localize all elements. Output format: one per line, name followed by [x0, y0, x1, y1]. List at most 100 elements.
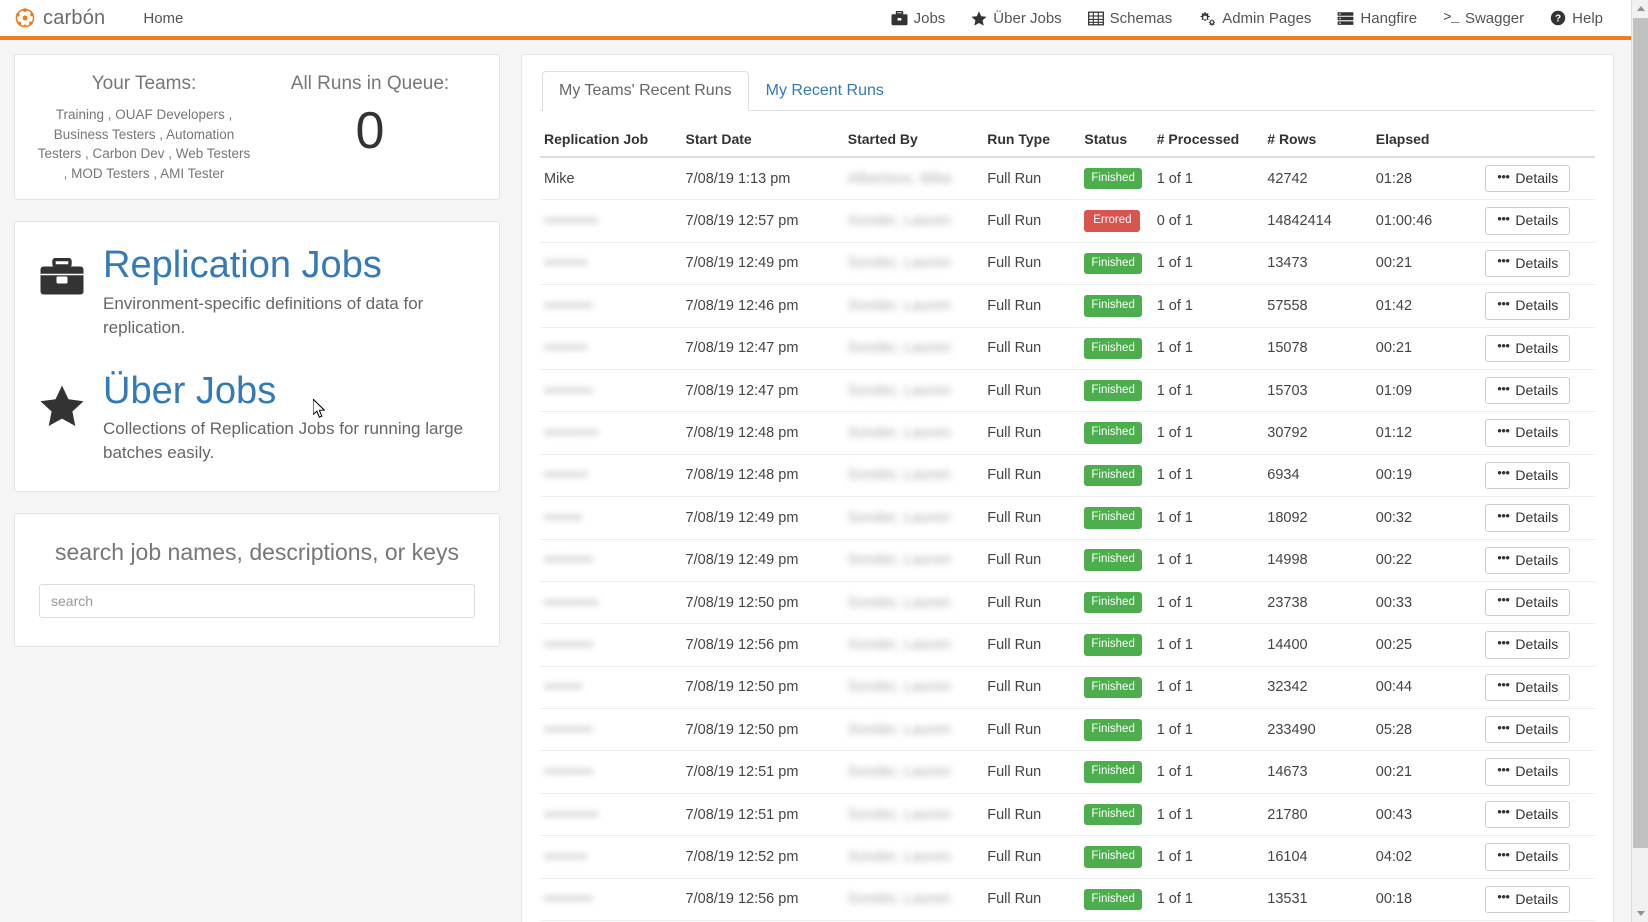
nav-item-hangfire[interactable]: Hangfire [1337, 10, 1417, 27]
uber-jobs-block: Über Jobs Collections of Replication Job… [39, 370, 475, 465]
cell-started-by: Sonder, Lauren [843, 496, 984, 540]
details-button[interactable]: ••• Details [1485, 419, 1571, 447]
ellipsis-icon: ••• [1497, 507, 1510, 523]
redacted-value: Sonder, Lauren [847, 382, 952, 399]
details-button[interactable]: ••• Details [1485, 843, 1571, 871]
recent-runs-panel: My Teams' Recent Runs My Recent Runs Rep… [521, 54, 1614, 922]
cell-started-by: Sonder, Lauren [843, 411, 984, 455]
cell-elapsed: 01:28 [1371, 157, 1482, 201]
nav-item-help[interactable]: ? Help [1550, 10, 1603, 27]
nav-label: Über Jobs [993, 9, 1062, 27]
table-header: Replication Job Start Date Started By Ru… [540, 131, 1595, 158]
scrollbar-up-arrow-icon[interactable] [1632, 0, 1648, 17]
cell-start-date: 7/08/19 12:56 pm [681, 878, 844, 922]
teams-queue-panel: Your Teams: Training , OUAF Developers ,… [14, 54, 500, 201]
cell-started-by: Sonder, Lauren [843, 369, 984, 413]
column-header-start-date: Start Date [681, 131, 844, 158]
ellipsis-icon: ••• [1497, 677, 1510, 693]
nav-item-uber-jobs[interactable]: Über Jobs [971, 9, 1062, 27]
page-content: Your Teams: Training , OUAF Developers ,… [0, 40, 1631, 922]
cell-run-type: Full Run [983, 793, 1081, 837]
cell-run-type: Full Run [983, 750, 1081, 794]
details-button[interactable]: ••• Details [1485, 334, 1571, 362]
cell-elapsed: 01:09 [1371, 369, 1482, 413]
details-button[interactable]: ••• Details [1485, 165, 1571, 193]
status-badge: Finished [1084, 252, 1142, 275]
ellipsis-icon: ••• [1497, 634, 1510, 650]
redacted-value: ▪▪▪▪▪▪▪▪▪ [544, 382, 593, 399]
details-button[interactable]: ••• Details [1485, 588, 1571, 617]
cell-processed: 1 of 1 [1152, 581, 1264, 625]
nav-item-home[interactable]: Home [135, 6, 191, 31]
details-button[interactable]: ••• Details [1485, 376, 1571, 405]
status-badge: Finished [1084, 379, 1142, 402]
search-panel: search job names, descriptions, or keys [14, 512, 500, 647]
cell-status: Finished [1080, 623, 1153, 667]
search-input[interactable] [39, 583, 475, 618]
cell-status: Finished [1080, 666, 1153, 710]
status-badge: Finished [1084, 422, 1142, 444]
cell-status: Finished [1080, 454, 1153, 498]
redacted-value: Sonder, Lauren [847, 891, 952, 908]
ellipsis-icon: ••• [1497, 210, 1510, 226]
tab-my-teams-recent-runs[interactable]: My Teams' Recent Runs [542, 71, 749, 111]
details-button[interactable]: ••• Details [1485, 504, 1571, 532]
cell-processed: 1 of 1 [1152, 539, 1264, 582]
cell-elapsed: 00:19 [1371, 454, 1482, 498]
table-body: Mike 7/08/19 1:13 pm Albertson, Mike Full R… [540, 157, 1595, 922]
briefcase-icon [891, 10, 908, 26]
details-button[interactable]: ••• Details [1485, 292, 1571, 320]
details-button[interactable]: ••• Details [1485, 800, 1571, 829]
cell-replication-job: ▪▪▪▪▪▪▪▪▪ [540, 284, 682, 328]
cell-started-by: Sonder, Lauren [843, 623, 984, 667]
table-row: ▪▪▪▪▪▪▪▪ 7/08/19 12:52 pm Sonder, Lauren Fu… [540, 835, 1595, 879]
scrollbar-thumb[interactable] [1633, 18, 1648, 848]
cell-start-date: 7/08/19 12:49 pm [681, 242, 844, 286]
cell-replication-job: ▪▪▪▪▪▪▪ [540, 666, 682, 710]
replication-jobs-link[interactable]: Replication Jobs [103, 244, 475, 288]
cell-elapsed: 00:22 [1371, 539, 1482, 582]
cell-elapsed: 00:43 [1371, 793, 1482, 837]
nav-item-admin-pages[interactable]: Admin Pages [1198, 10, 1311, 27]
ellipsis-icon: ••• [1497, 295, 1510, 311]
details-button[interactable]: ••• Details [1485, 673, 1571, 702]
details-button[interactable]: ••• Details [1485, 207, 1571, 235]
brand-logo-link[interactable]: carbón [14, 7, 105, 30]
cell-actions: ••• Details [1481, 750, 1595, 794]
nav-item-swagger[interactable]: >_ Swagger [1443, 10, 1524, 27]
details-button[interactable]: ••• Details [1485, 546, 1571, 574]
cell-started-by: Sonder, Lauren [843, 835, 984, 879]
page-root: carbón Home Jobs Über Jobs Schemas Admin… [0, 0, 1648, 922]
cell-rows: 14673 [1263, 750, 1372, 794]
table-row: ▪▪▪▪▪▪▪▪ 7/08/19 12:48 pm Sonder, Lauren Fu… [540, 454, 1595, 498]
status-badge: Finished [1084, 337, 1142, 359]
nav-item-schemas[interactable]: Schemas [1087, 10, 1172, 27]
cell-replication-job: ▪▪▪▪▪▪▪▪▪ [540, 623, 682, 667]
details-button[interactable]: ••• Details [1485, 461, 1571, 490]
details-button[interactable]: ••• Details [1485, 885, 1571, 914]
cell-replication-job: Mike [540, 157, 682, 201]
cell-processed: 1 of 1 [1152, 327, 1264, 370]
nav-item-jobs[interactable]: Jobs [891, 10, 945, 27]
details-button[interactable]: ••• Details [1485, 631, 1571, 659]
redacted-value: Sonder, Lauren [847, 297, 952, 314]
tab-my-recent-runs[interactable]: My Recent Runs [749, 71, 901, 111]
cell-rows: 6934 [1263, 454, 1372, 498]
details-button[interactable]: ••• Details [1485, 249, 1571, 278]
cell-started-by: Sonder, Lauren [843, 666, 984, 710]
cell-processed: 0 of 1 [1152, 199, 1264, 243]
uber-jobs-link[interactable]: Über Jobs [103, 370, 475, 414]
cell-processed: 1 of 1 [1152, 369, 1264, 413]
details-button[interactable]: ••• Details [1485, 758, 1571, 786]
scrollbar-down-arrow-icon[interactable] [1632, 905, 1648, 922]
cell-processed: 1 of 1 [1152, 284, 1264, 328]
details-button[interactable]: ••• Details [1485, 716, 1571, 744]
cell-start-date: 7/08/19 12:50 pm [681, 708, 844, 752]
cell-start-date: 7/08/19 12:49 pm [681, 496, 844, 540]
redacted-value: Sonder, Lauren [847, 340, 952, 357]
browser-scrollbar[interactable] [1631, 0, 1648, 922]
status-badge: Finished [1084, 591, 1142, 614]
details-button-label: Details [1515, 721, 1559, 738]
column-header-run-type: Run Type [983, 131, 1081, 158]
redacted-value: ▪▪▪▪▪▪▪▪ [544, 848, 588, 865]
